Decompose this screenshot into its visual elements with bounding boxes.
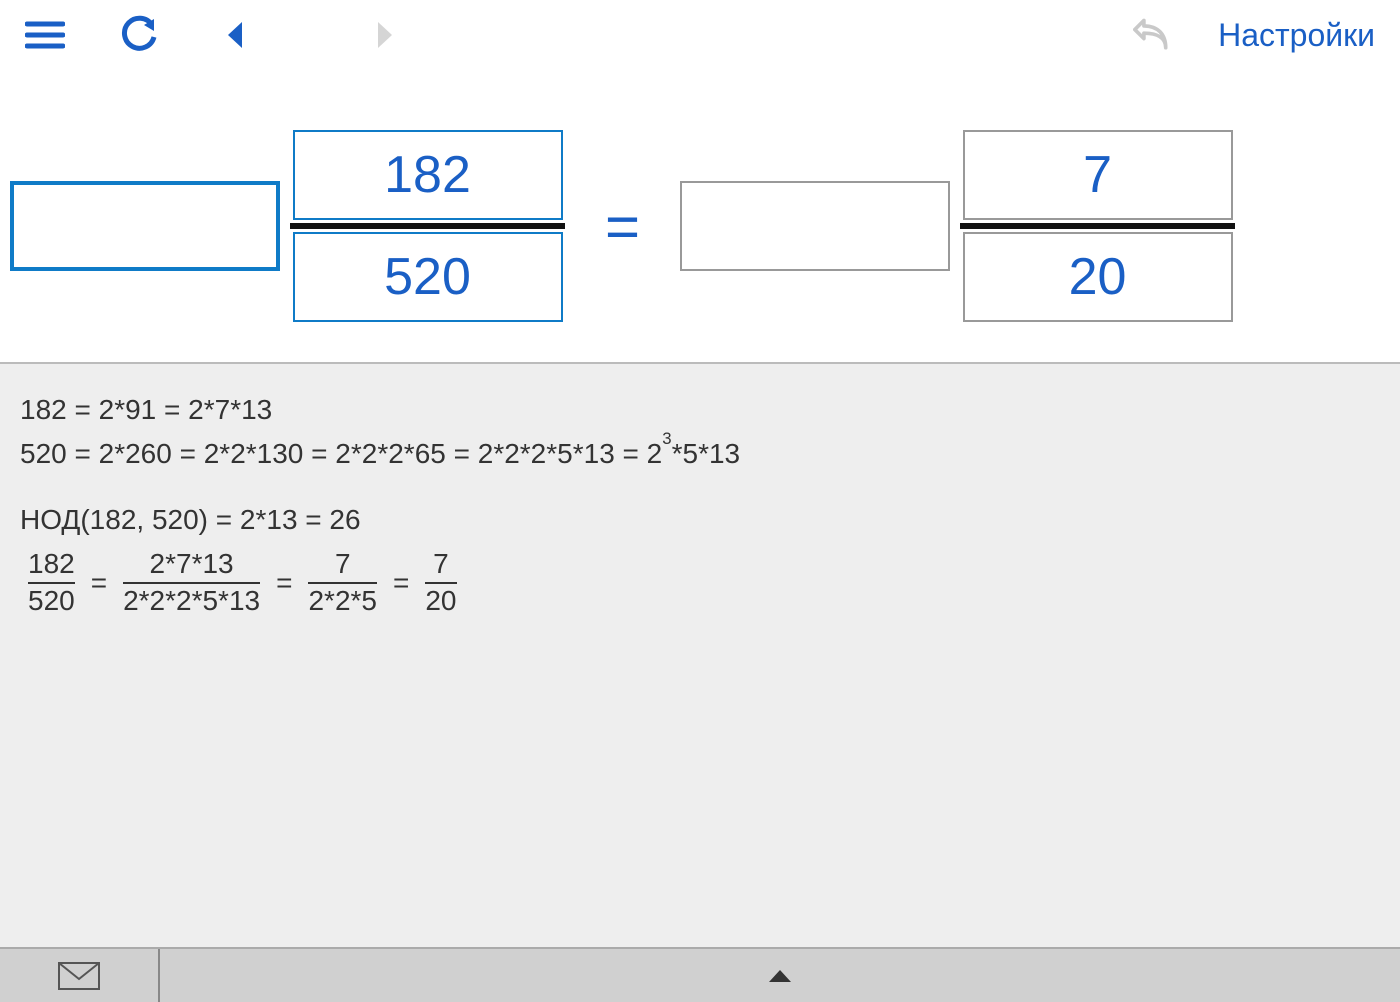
eq-small: = <box>276 562 292 604</box>
reduction-chain: 182 520 = 2*7*13 2*2*2*5*13 = 7 2*2*5 = … <box>20 549 1380 617</box>
fraction-bar <box>960 223 1235 229</box>
left-numerator-input[interactable]: 182 <box>293 130 563 220</box>
problem-area: 182 520 = 7 20 <box>0 70 1400 362</box>
gcd-line: НОД(182, 520) = 2*13 = 26 <box>20 499 1380 541</box>
eq-small: = <box>91 562 107 604</box>
explanation-panel: 182 = 2*91 = 2*7*13 520 = 2*260 = 2*2*13… <box>0 362 1400 947</box>
mail-icon <box>57 961 101 991</box>
chain-frac: 7 20 <box>425 549 456 617</box>
factorization-520: 520 = 2*260 = 2*2*130 = 2*2*2*65 = 2*2*2… <box>20 433 1380 475</box>
footer-bar <box>0 947 1400 1002</box>
left-whole-input[interactable] <box>10 181 280 271</box>
spacer <box>20 477 1380 497</box>
chain-den: 2*2*5 <box>308 586 377 617</box>
right-whole-input[interactable] <box>680 181 950 271</box>
right-fraction-group: 7 20 <box>680 130 1235 322</box>
chain-frac: 7 2*2*5 <box>308 549 377 617</box>
chain-den: 520 <box>28 586 75 617</box>
chain-frac: 2*7*13 2*2*2*5*13 <box>123 549 260 617</box>
chain-frac: 182 520 <box>28 549 75 617</box>
expand-tray-button[interactable] <box>160 949 1400 1002</box>
exponent: 3 <box>662 429 671 448</box>
eq-small: = <box>393 562 409 604</box>
fraction-bar <box>290 223 565 229</box>
undo-icon[interactable] <box>1133 15 1173 55</box>
left-denominator-input[interactable]: 520 <box>293 232 563 322</box>
equals-sign: = <box>605 192 640 261</box>
chain-den: 2*2*2*5*13 <box>123 586 260 617</box>
chain-num: 7 <box>335 549 351 580</box>
chevron-up-icon <box>767 968 793 984</box>
chain-num: 7 <box>433 549 449 580</box>
factorization-520-prefix: 520 = 2*260 = 2*2*130 = 2*2*2*65 = 2*2*2… <box>20 438 662 469</box>
next-icon[interactable] <box>365 15 405 55</box>
chain-num: 2*7*13 <box>150 549 234 580</box>
reload-icon[interactable] <box>120 15 160 55</box>
toolbar: Настройки <box>0 0 1400 70</box>
settings-link[interactable]: Настройки <box>1218 17 1375 54</box>
right-denominator-input[interactable]: 20 <box>963 232 1233 322</box>
factorization-182: 182 = 2*91 = 2*7*13 <box>20 389 1380 431</box>
menu-icon[interactable] <box>25 15 65 55</box>
right-numerator-input[interactable]: 7 <box>963 130 1233 220</box>
chain-den: 20 <box>425 586 456 617</box>
mail-button[interactable] <box>0 949 160 1002</box>
previous-icon[interactable] <box>215 15 255 55</box>
chain-num: 182 <box>28 549 75 580</box>
left-fraction-group: 182 520 <box>10 130 565 322</box>
factorization-520-suffix: *5*13 <box>672 438 741 469</box>
